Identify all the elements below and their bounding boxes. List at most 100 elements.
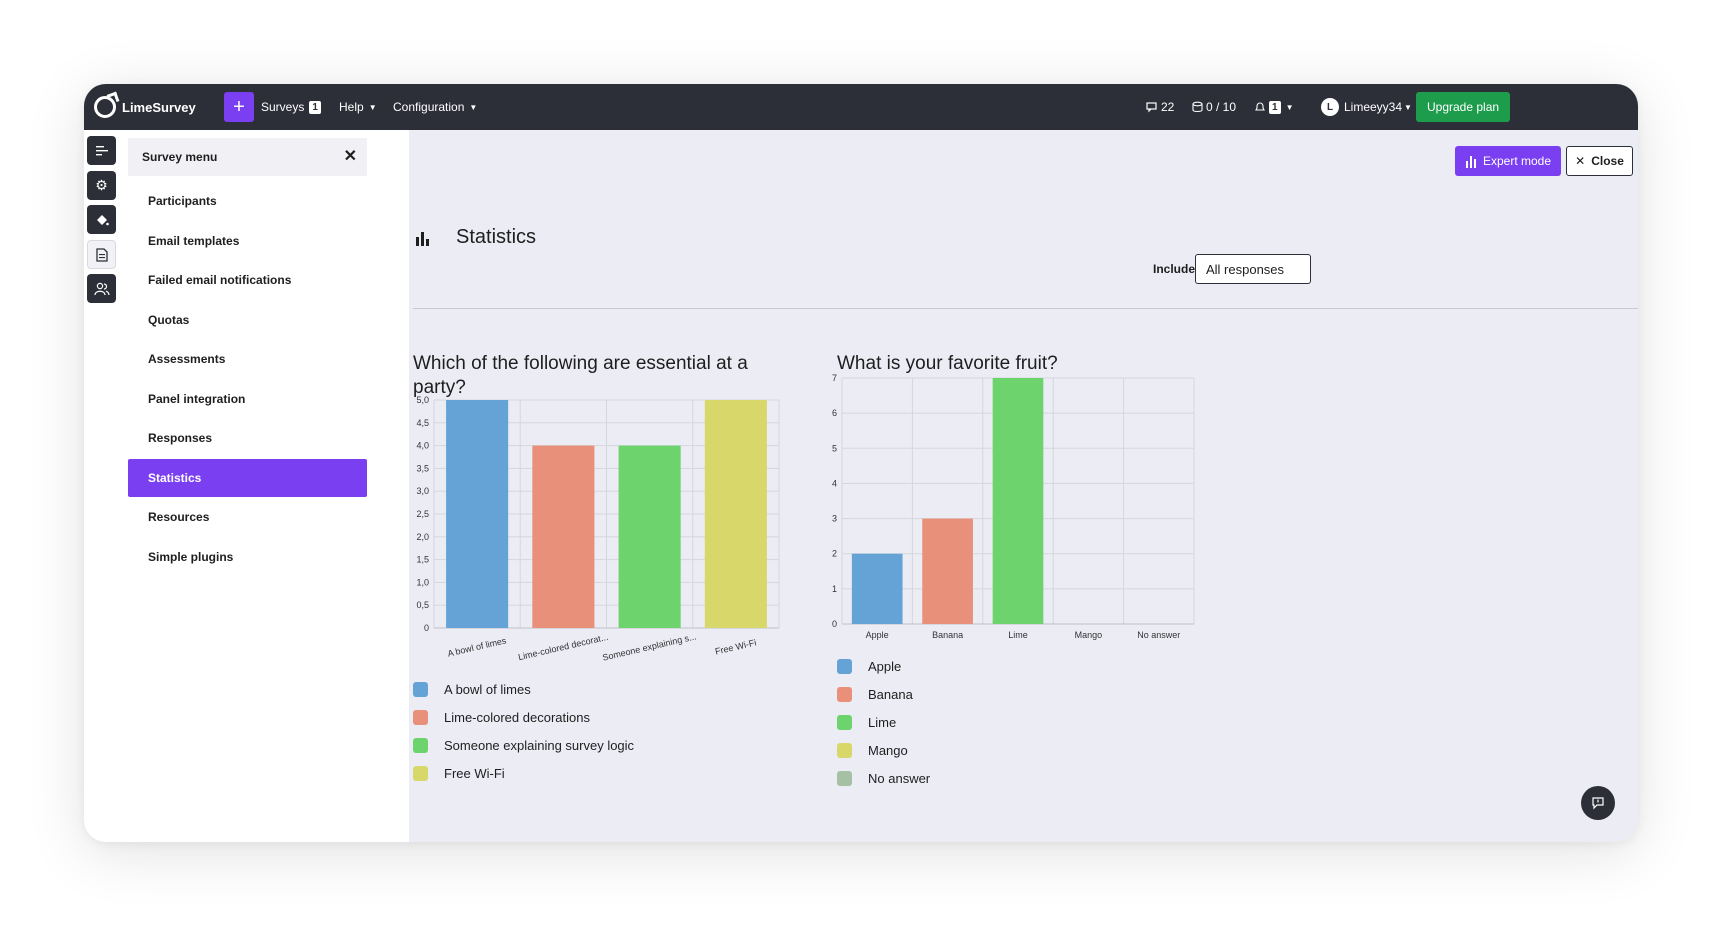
avatar: L bbox=[1321, 98, 1339, 116]
storage-indicator[interactable]: 0 / 10 bbox=[1192, 84, 1236, 130]
legend-item[interactable]: A bowl of limes bbox=[413, 675, 634, 703]
x-tick-label: Free Wi-Fi bbox=[714, 637, 757, 656]
storage-usage: 0 / 10 bbox=[1206, 100, 1237, 114]
theme-button[interactable] bbox=[87, 205, 116, 234]
legend-label: Lime-colored decorations bbox=[444, 709, 590, 725]
legend-item[interactable]: Free Wi-Fi bbox=[413, 759, 634, 787]
y-tick-label: 4 bbox=[832, 478, 837, 488]
y-tick-label: 4,0 bbox=[416, 441, 429, 451]
list-icon bbox=[95, 145, 108, 155]
menu-item-failed-email-notifications[interactable]: Failed email notifications bbox=[128, 261, 367, 299]
x-tick-label: No answer bbox=[1137, 630, 1180, 640]
legend-item[interactable]: Mango bbox=[837, 736, 930, 764]
y-tick-label: 3 bbox=[832, 514, 837, 524]
legend-swatch bbox=[837, 770, 852, 786]
settings-button[interactable]: ⚙ bbox=[87, 171, 116, 200]
menu-item-participants[interactable]: Participants bbox=[128, 182, 367, 220]
chevron-down-icon: ▼ bbox=[1404, 102, 1412, 112]
bar[interactable] bbox=[851, 553, 903, 624]
x-tick-label: Banana bbox=[932, 630, 963, 640]
surveys-label: Surveys bbox=[261, 100, 305, 114]
legend-item[interactable]: Banana bbox=[837, 680, 930, 708]
paint-bucket-icon bbox=[96, 214, 109, 225]
x-tick-label: Mango bbox=[1075, 630, 1103, 640]
surveys-count-badge: 1 bbox=[309, 100, 321, 114]
bar[interactable] bbox=[704, 400, 767, 628]
legend-item[interactable]: No answer bbox=[837, 764, 930, 792]
expert-mode-button[interactable]: Expert mode bbox=[1455, 146, 1561, 176]
y-tick-label: 0 bbox=[424, 623, 429, 633]
include-label: Include: bbox=[1153, 262, 1200, 276]
create-survey-button[interactable]: + bbox=[224, 92, 254, 122]
legend-label: Lime bbox=[868, 714, 897, 730]
help-menu[interactable]: Help ▼ bbox=[339, 84, 377, 130]
upgrade-plan-button[interactable]: Upgrade plan bbox=[1416, 92, 1511, 122]
configuration-label: Configuration bbox=[393, 100, 465, 114]
legend-item[interactable]: Lime bbox=[837, 708, 930, 736]
legend-swatch bbox=[837, 658, 852, 674]
limesurvey-logo[interactable]: LimeSurvey bbox=[94, 84, 196, 130]
legend-item[interactable]: Apple bbox=[837, 652, 930, 680]
comments-count: 22 bbox=[1161, 100, 1175, 114]
bell-icon bbox=[1255, 102, 1265, 111]
close-button[interactable]: ✕ Close bbox=[1566, 146, 1633, 176]
legend-label: Banana bbox=[868, 686, 913, 702]
menu-item-simple-plugins[interactable]: Simple plugins bbox=[128, 538, 367, 576]
legend-item[interactable]: Someone explaining survey logic bbox=[413, 731, 634, 759]
bar[interactable] bbox=[446, 400, 509, 628]
notifications-badge: 1 bbox=[1269, 100, 1281, 114]
comments-indicator[interactable]: 22 bbox=[1146, 84, 1174, 130]
surveys-menu[interactable]: Surveys 1 bbox=[261, 84, 321, 130]
x-tick-label: Lime-colored decorat... bbox=[517, 632, 609, 662]
bar[interactable] bbox=[992, 378, 1044, 624]
menu-item-responses[interactable]: Responses bbox=[128, 419, 367, 457]
y-tick-label: 3,0 bbox=[416, 486, 429, 496]
y-tick-label: 2 bbox=[832, 549, 837, 559]
survey-menu-button[interactable] bbox=[87, 240, 116, 269]
x-tick-label: Someone explaining s... bbox=[601, 631, 697, 662]
party-essentials-chart: 0 0,5 1,0 1,5 2,0 2,5 3,0 3,5 4,0 4,5 5,0 A bowl of… bbox=[416, 395, 780, 663]
document-icon bbox=[95, 247, 108, 262]
x-tick-label: Apple bbox=[866, 630, 889, 640]
bar[interactable] bbox=[532, 445, 595, 628]
legend-item[interactable]: Lime-colored decorations bbox=[413, 703, 634, 731]
structure-menu-button[interactable] bbox=[87, 136, 116, 165]
bar[interactable] bbox=[922, 518, 973, 624]
statistics-icon bbox=[416, 232, 429, 246]
legend-label: Free Wi-Fi bbox=[444, 765, 505, 781]
y-tick-label: 3,5 bbox=[416, 463, 429, 473]
close-icon: ✕ bbox=[1575, 154, 1586, 168]
legend-swatch bbox=[837, 714, 852, 730]
y-tick-label: 2,0 bbox=[416, 532, 429, 542]
menu-item-quotas[interactable]: Quotas bbox=[128, 301, 367, 339]
close-icon[interactable]: ✕ bbox=[344, 146, 357, 166]
y-tick-label: 1 bbox=[832, 584, 837, 594]
notifications-menu[interactable]: 1 ▼ bbox=[1254, 84, 1293, 130]
menu-item-resources[interactable]: Resources bbox=[128, 498, 367, 536]
y-tick-label: 0,5 bbox=[416, 600, 429, 610]
y-tick-label: 6 bbox=[832, 408, 837, 418]
survey-menu-header: Survey menu ✕ bbox=[128, 138, 367, 176]
configuration-menu[interactable]: Configuration ▼ bbox=[393, 84, 477, 130]
feedback-button[interactable] bbox=[1581, 786, 1615, 820]
y-tick-label: 7 bbox=[832, 373, 837, 383]
bar[interactable] bbox=[618, 445, 681, 628]
y-tick-label: 4,5 bbox=[416, 418, 429, 428]
close-label: Close bbox=[1591, 154, 1624, 168]
menu-item-panel-integration[interactable]: Panel integration bbox=[128, 380, 367, 418]
help-label: Help bbox=[339, 100, 364, 114]
legend-swatch bbox=[413, 681, 428, 697]
page-title: Statistics bbox=[456, 226, 537, 248]
menu-item-email-templates[interactable]: Email templates bbox=[128, 222, 367, 260]
user-menu[interactable]: L Limeeyy34 ▼ bbox=[1321, 84, 1412, 130]
include-select[interactable]: All responses bbox=[1195, 254, 1311, 284]
y-tick-label: 1,5 bbox=[416, 555, 429, 565]
legend-label: A bowl of limes bbox=[444, 681, 531, 697]
legend-label: No answer bbox=[868, 770, 931, 786]
menu-item-statistics[interactable]: Statistics bbox=[128, 459, 367, 497]
menu-item-assessments[interactable]: Assessments bbox=[128, 340, 367, 378]
logo-icon bbox=[94, 96, 116, 118]
users-icon bbox=[93, 282, 110, 295]
legend-swatch bbox=[413, 737, 428, 753]
participants-button[interactable] bbox=[87, 274, 116, 303]
